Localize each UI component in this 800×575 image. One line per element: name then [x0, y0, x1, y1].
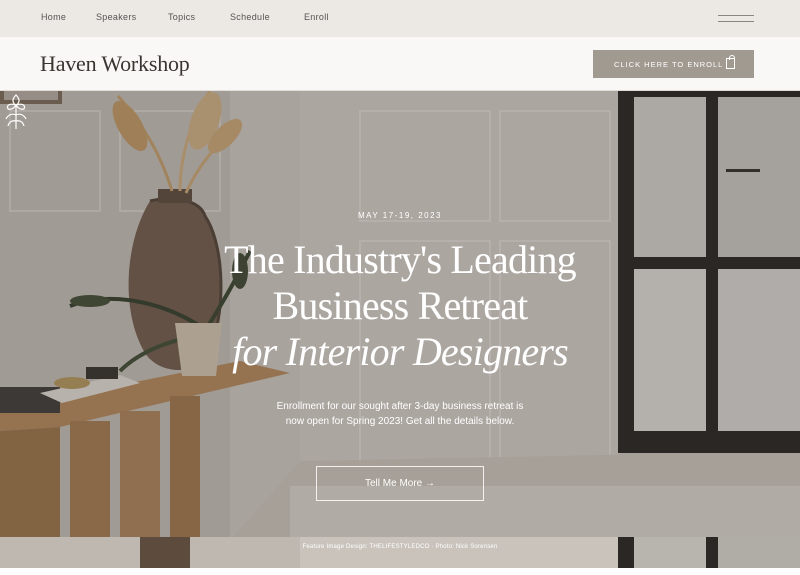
shopping-bag-icon	[726, 55, 735, 69]
headline-line-2: Business Retreat	[272, 283, 529, 328]
hero-section: MAY 17-19, 2023 The Industry's Leading B…	[0, 91, 800, 540]
hero-content: MAY 17-19, 2023 The Industry's Leading B…	[0, 91, 800, 540]
site-header: Haven Workshop CLICK HERE TO ENROLL	[0, 37, 800, 91]
headline-line-3: for Interior Designers	[232, 329, 569, 374]
hamburger-icon[interactable]	[718, 14, 754, 24]
nav-schedule[interactable]: Schedule	[230, 12, 270, 22]
nav-topics[interactable]: Topics	[168, 12, 195, 22]
brand-logo[interactable]: Haven Workshop	[40, 51, 190, 77]
nav-speakers[interactable]: Speakers	[96, 12, 136, 22]
tell-me-more-button[interactable]: Tell Me More →	[316, 466, 484, 501]
hero-description: Enrollment for our sought after 3-day bu…	[200, 399, 600, 429]
footer-background-image	[0, 537, 800, 568]
hero-headline: The Industry's Leading Business Retreat …	[0, 237, 800, 375]
page-bottom-margin	[0, 568, 800, 575]
nav-enroll[interactable]: Enroll	[304, 12, 329, 22]
description-line-2: now open for Spring 2023! Get all the de…	[285, 416, 515, 427]
top-nav: Home Speakers Topics Schedule Enroll	[0, 0, 800, 37]
description-line-1: Enrollment for our sought after 3-day bu…	[276, 401, 524, 412]
nav-home[interactable]: Home	[41, 12, 66, 22]
enroll-button[interactable]: CLICK HERE TO ENROLL	[593, 50, 754, 78]
photo-credit: Feature Image Design: THELIFESTYLEDCO · …	[302, 544, 498, 550]
event-date: MAY 17-19, 2023	[357, 211, 443, 220]
headline-line-1: The Industry's Leading	[224, 237, 577, 282]
footer-image-strip: Feature Image Design: THELIFESTYLEDCO · …	[0, 537, 800, 568]
floral-emblem-icon	[5, 94, 27, 129]
enroll-button-label: CLICK HERE TO ENROLL	[614, 59, 724, 69]
